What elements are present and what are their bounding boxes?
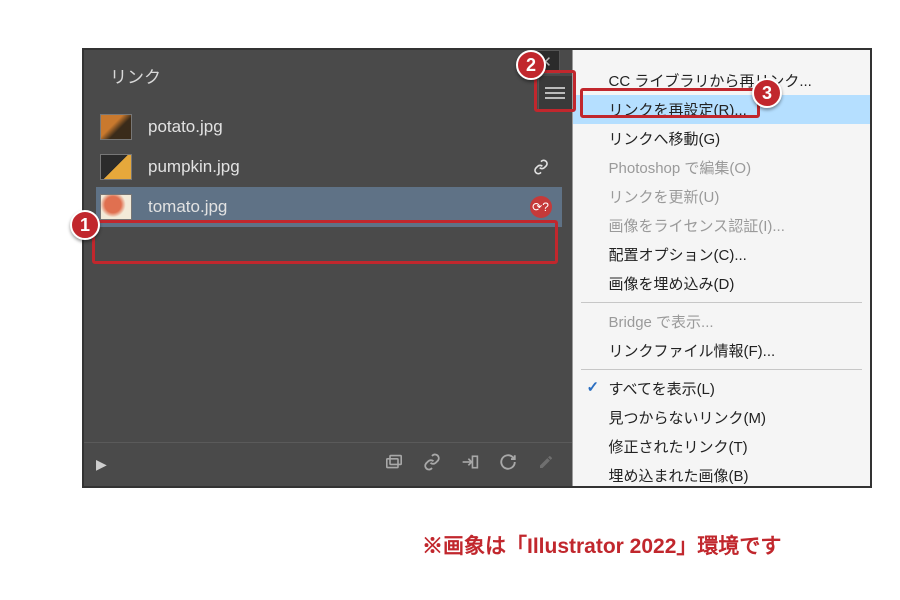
app-frame: ✕ リンク potato.jpg pumpkin.jpg tomato.jpg	[82, 48, 872, 488]
link-filename: tomato.jpg	[148, 197, 514, 217]
callout-2: 2	[516, 50, 546, 80]
hamburger-icon	[545, 84, 565, 102]
links-panel: ✕ リンク potato.jpg pumpkin.jpg tomato.jpg	[84, 50, 572, 486]
menu-item[interactable]: 見つからないリンク(M)	[573, 403, 870, 432]
menu-separator	[581, 369, 862, 370]
linked-icon	[530, 156, 552, 178]
link-row[interactable]: pumpkin.jpg	[96, 147, 562, 187]
menu-item[interactable]: 修正されたリンク(T)	[573, 432, 870, 461]
panel-menu-button[interactable]	[538, 76, 572, 110]
menu-item[interactable]: リンクを再設定(R)...	[573, 95, 870, 124]
menu-item[interactable]: リンクファイル情報(F)...	[573, 336, 870, 365]
panel-footer: ▶	[84, 442, 572, 486]
menu-separator	[581, 302, 862, 303]
goto-link-icon[interactable]	[456, 453, 484, 476]
link-filename: pumpkin.jpg	[148, 157, 514, 177]
menu-item: Photoshop で編集(O)	[573, 153, 870, 182]
menu-item: リンクを更新(U)	[573, 182, 870, 211]
relink-icon[interactable]	[418, 453, 446, 476]
menu-item: Bridge で表示...	[573, 307, 870, 336]
update-link-icon[interactable]	[494, 453, 522, 476]
callout-3: 3	[752, 78, 782, 108]
menu-item[interactable]: すべてを表示(L)	[573, 374, 870, 403]
panel-header: リンク	[84, 50, 572, 99]
menu-item[interactable]: 埋め込まれた画像(B)	[573, 461, 870, 486]
thumbnail	[100, 194, 132, 220]
relink-cc-icon[interactable]	[380, 454, 408, 475]
callout-1: 1	[70, 210, 100, 240]
missing-link-icon: ⟳?	[530, 196, 552, 218]
link-row[interactable]: potato.jpg	[96, 107, 562, 147]
link-row-selected[interactable]: tomato.jpg ⟳?	[96, 187, 562, 227]
menu-item[interactable]: 配置オプション(C)...	[573, 240, 870, 269]
menu-item[interactable]: 画像を埋め込み(D)	[573, 269, 870, 298]
panel-flyout-menu: CC ライブラリから再リンク...リンクを再設定(R)...リンクへ移動(G)P…	[572, 50, 870, 486]
menu-item[interactable]: CC ライブラリから再リンク...	[573, 66, 870, 95]
thumbnail	[100, 154, 132, 180]
environment-note: ※画象は「Illustrator 2022」環境です	[422, 530, 781, 560]
link-filename: potato.jpg	[148, 117, 558, 137]
menu-item[interactable]: リンクへ移動(G)	[573, 124, 870, 153]
menu-item: 画像をライセンス認証(I)...	[573, 211, 870, 240]
panel-title[interactable]: リンク	[102, 60, 169, 91]
links-list: potato.jpg pumpkin.jpg tomato.jpg ⟳?	[84, 99, 572, 442]
expand-arrow[interactable]: ▶	[96, 456, 107, 473]
edit-original-icon[interactable]	[532, 454, 560, 475]
thumbnail	[100, 114, 132, 140]
